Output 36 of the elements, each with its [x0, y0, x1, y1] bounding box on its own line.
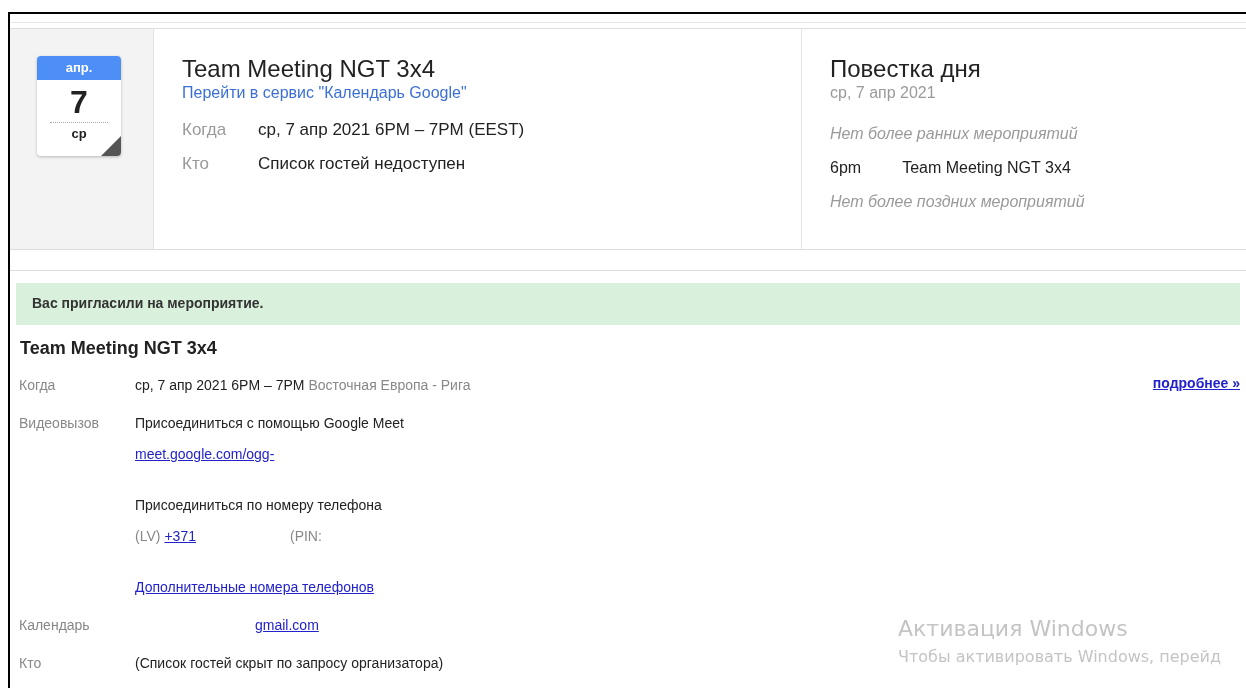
detail-label: Кто [182, 154, 210, 174]
invite-title: Team Meeting NGT 3x4 [20, 337, 218, 359]
month-label: апр. [37, 56, 121, 80]
field-label: Кто [19, 654, 43, 673]
more-link[interactable]: подробнее » [1152, 375, 1240, 391]
field-label: Видеовызов [19, 414, 100, 433]
detail-label: Когда [182, 120, 228, 140]
field-value: (Список гостей скрыт по запросу организатора) [135, 654, 444, 673]
agenda-date: ср, 7 апр 2021 [830, 84, 937, 102]
field-value: ср, 7 апр 2021 6PM – 7PM [135, 376, 305, 395]
muted-text: Восточная Европа - Рига [308, 376, 471, 395]
activation-text: Чтобы активировать Windows, перейд [898, 646, 1222, 668]
invite-banner: Вас пригласили на мероприятие. [16, 283, 1240, 325]
link[interactable]: +371 [164, 526, 196, 546]
detail-value: ср, 7 апр 2021 6PM – 7PM (EEST) [258, 120, 526, 140]
weekday-label: ср [71, 126, 87, 141]
event-time: 6pm [830, 158, 862, 178]
agenda-title: Повестка дня [830, 55, 982, 83]
calendar-link[interactable]: Перейти в сервис "Календарь Google" [182, 84, 467, 102]
event-title: Team Meeting NGT 3x4 [182, 55, 436, 83]
muted-text: (LV) [135, 527, 161, 546]
page-fold-icon [101, 136, 121, 156]
field-label: Календарь [19, 616, 91, 635]
field-value: Присоединиться по номеру телефона [135, 496, 382, 515]
day-number: 7 [70, 84, 88, 120]
agenda-note: Нет более ранних мероприятий [830, 124, 1079, 144]
link[interactable]: Дополнительные номера телефонов [135, 577, 374, 597]
link[interactable]: meet.google.com/ogg- [135, 444, 275, 464]
agenda-note: Нет более поздних мероприятий [830, 192, 1085, 212]
agenda-event[interactable]: Team Meeting NGT 3x4 [902, 158, 1071, 178]
muted-text: (PIN: [289, 527, 322, 546]
activation-title: Активация Windows [898, 615, 1129, 643]
field-label: Когда [19, 376, 57, 395]
detail-value: Список гостей недоступен [258, 154, 467, 174]
field-value: Присоединиться с помощью Google Meet [135, 414, 404, 433]
link[interactable]: gmail.com [255, 615, 319, 635]
